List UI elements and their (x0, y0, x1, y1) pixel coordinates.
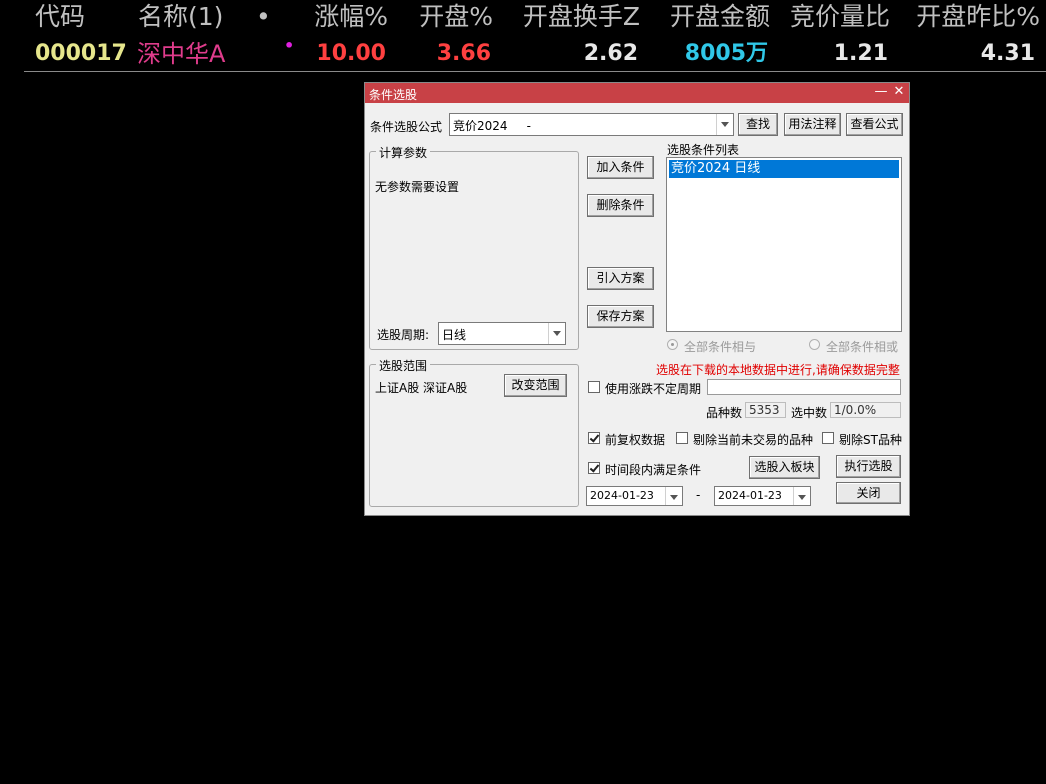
import-scheme-button[interactable]: 引入方案 (587, 267, 654, 290)
row-open-turnover: 2.62 (583, 41, 638, 66)
warning-text: 选股在下载的本地数据中进行,请确保数据完整 (656, 363, 900, 377)
exclude-untraded-checkbox[interactable] (676, 432, 688, 444)
minimize-icon[interactable]: — (873, 84, 889, 100)
chevron-down-icon[interactable] (793, 487, 810, 505)
close-button[interactable]: 关闭 (836, 482, 901, 504)
find-button[interactable]: 查找 (738, 113, 778, 136)
row-open-vs-prev: 4.31 (980, 41, 1035, 66)
use-variable-period-checkbox[interactable] (588, 381, 600, 393)
radio-all-or[interactable] (809, 339, 820, 350)
date-separator: - (696, 488, 701, 502)
start-date-picker[interactable]: 2024-01-23 (586, 486, 683, 506)
end-date-picker[interactable]: 2024-01-23 (714, 486, 811, 506)
col-header-code[interactable]: 代码 (35, 0, 85, 34)
table-divider (24, 71, 1046, 72)
formula-select[interactable]: 竞价2024 - (449, 113, 734, 136)
period-select[interactable]: 日线 (438, 322, 566, 345)
col-header-open-amount[interactable]: 开盘金额 (655, 0, 770, 34)
exclude-untraded-label: 剔除当前未交易的品种 (693, 433, 814, 447)
use-variable-period-label: 使用涨跌不定周期 (605, 382, 702, 396)
add-condition-button[interactable]: 加入条件 (587, 156, 654, 179)
execute-button[interactable]: 执行选股 (836, 455, 901, 478)
no-params-text: 无参数需要设置 (375, 180, 460, 194)
radio-all-and[interactable] (667, 339, 678, 350)
calc-params-title: 计算参数 (376, 144, 431, 161)
row-marker: • (284, 36, 295, 55)
col-header-marker[interactable]: • (256, 0, 271, 34)
formula-select-value: 竞价2024 - (453, 119, 531, 133)
row-open-amount: 8005万 (684, 41, 768, 66)
variable-period-input[interactable] (707, 379, 901, 395)
range-title: 选股范围 (376, 357, 431, 374)
view-formula-button[interactable]: 查看公式 (846, 113, 903, 136)
change-range-button[interactable]: 改变范围 (504, 374, 567, 397)
selected-label: 选中数 (791, 406, 828, 420)
radio-all-and-label: 全部条件相与 (684, 340, 757, 354)
range-group: 选股范围 上证A股 深证A股 改变范围 (369, 357, 579, 507)
col-header-open-vs-prev[interactable]: 开盘昨比% (900, 0, 1040, 34)
forward-adjust-checkbox[interactable] (588, 432, 600, 444)
start-date-value: 2024-01-23 (590, 489, 654, 502)
calc-params-group: 计算参数 无参数需要设置 选股周期: 日线 (369, 144, 579, 350)
save-scheme-button[interactable]: 保存方案 (587, 305, 654, 328)
chevron-down-icon[interactable] (665, 487, 682, 505)
usage-notes-button[interactable]: 用法注释 (784, 113, 841, 136)
count-value: 5353 (745, 402, 786, 418)
formula-label: 条件选股公式 (370, 120, 443, 134)
col-header-change-pct[interactable]: 涨幅% (300, 0, 388, 34)
condition-selection-dialog: 条件选股 — ✕ 条件选股公式 竞价2024 - 查找 用法注释 查看公式 计算… (364, 82, 910, 516)
delete-condition-button[interactable]: 删除条件 (587, 194, 654, 217)
col-header-name[interactable]: 名称(1) (138, 0, 223, 34)
forward-adjust-label: 前复权数据 (605, 433, 666, 447)
chevron-down-icon[interactable] (716, 114, 733, 135)
col-header-open-pct[interactable]: 开盘% (400, 0, 493, 34)
selected-value: 1/0.0% (830, 402, 901, 418)
period-select-value: 日线 (442, 328, 467, 342)
list-item[interactable]: 竞价2024 日线 (669, 160, 899, 178)
close-icon[interactable]: ✕ (891, 84, 907, 100)
period-label: 选股周期: (377, 328, 430, 342)
time-range-checkbox[interactable] (588, 462, 600, 474)
row-code[interactable]: 000017 (35, 38, 127, 70)
condition-list[interactable]: 竞价2024 日线 (666, 157, 902, 332)
time-range-label: 时间段内满足条件 (605, 463, 702, 477)
row-name[interactable]: 深中华A (137, 38, 225, 70)
row-change-pct: 10.00 (316, 41, 386, 66)
count-label: 品种数 (706, 406, 743, 420)
col-header-open-turnover[interactable]: 开盘换手Z (505, 0, 640, 34)
condition-list-label: 选股条件列表 (667, 143, 740, 157)
col-header-auction-vol-ratio[interactable]: 竞价量比 (775, 0, 890, 34)
dialog-title-bar[interactable]: 条件选股 — ✕ (365, 83, 909, 103)
exclude-st-label: 剔除ST品种 (839, 433, 902, 447)
chevron-down-icon[interactable] (548, 323, 565, 344)
row-open-pct: 3.66 (436, 41, 491, 66)
add-to-block-button[interactable]: 选股入板块 (749, 456, 820, 479)
range-value: 上证A股 深证A股 (375, 381, 468, 395)
end-date-value: 2024-01-23 (718, 489, 782, 502)
exclude-st-checkbox[interactable] (822, 432, 834, 444)
radio-all-or-label: 全部条件相或 (826, 340, 899, 354)
dialog-title: 条件选股 (369, 88, 418, 102)
row-auction-vol-ratio: 1.21 (833, 41, 888, 66)
